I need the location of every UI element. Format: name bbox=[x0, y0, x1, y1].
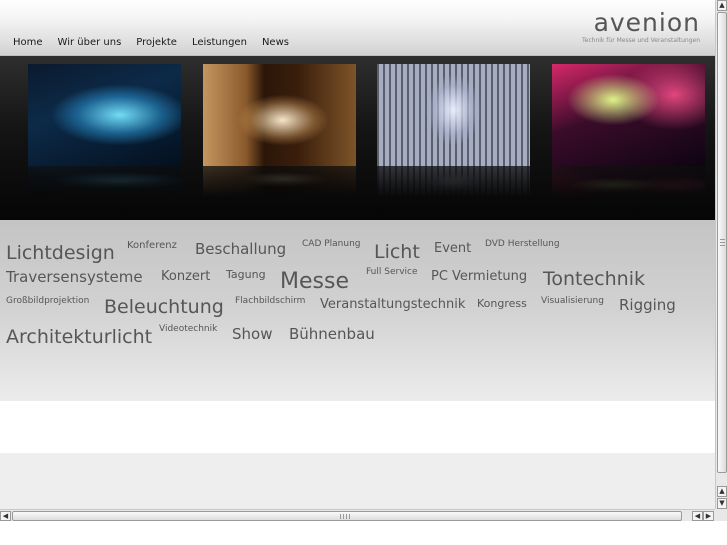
nav-projects[interactable]: Projekte bbox=[136, 37, 177, 48]
tag-link[interactable]: Architekturlicht bbox=[6, 328, 152, 347]
brand-logo[interactable]: avenion Technik für Messe und Veranstalt… bbox=[582, 8, 700, 45]
chevron-up-icon: ▲ bbox=[719, 1, 725, 9]
concert-stage-photo[interactable] bbox=[552, 64, 705, 196]
scroll-right-button[interactable]: ▶ bbox=[703, 511, 714, 521]
nav-news[interactable]: News bbox=[262, 37, 289, 48]
tag-link[interactable]: Tagung bbox=[226, 269, 266, 280]
photo-image bbox=[203, 64, 356, 166]
horizontal-scrollbar[interactable]: ◀ ◀ ▶ bbox=[0, 509, 715, 521]
tag-link[interactable]: Beleuchtung bbox=[104, 298, 224, 317]
tag-link[interactable]: Full Service bbox=[366, 268, 418, 277]
main-nav: Home Wir über uns Projekte Leistungen Ne… bbox=[13, 37, 304, 48]
vertical-scroll-thumb[interactable] bbox=[717, 12, 727, 473]
nav-home[interactable]: Home bbox=[13, 37, 43, 48]
grip-icon bbox=[720, 239, 725, 247]
footer-area bbox=[0, 453, 715, 509]
tag-link[interactable]: CAD Planung bbox=[302, 240, 361, 249]
nav-about-us[interactable]: Wir über uns bbox=[58, 37, 122, 48]
content-spacer bbox=[0, 401, 715, 453]
tag-link[interactable]: Konzert bbox=[161, 270, 210, 283]
tag-link[interactable]: PC Vermietung bbox=[431, 270, 527, 283]
photo-image bbox=[552, 64, 705, 166]
scroll-left-button[interactable]: ◀ bbox=[0, 511, 11, 521]
glass-building-photo[interactable] bbox=[28, 64, 181, 196]
tag-link[interactable]: Tontechnik bbox=[543, 270, 645, 289]
tag-link[interactable]: Großbildprojektion bbox=[6, 297, 89, 306]
tag-link[interactable]: Visualisierung bbox=[541, 297, 604, 306]
reflection-fade bbox=[203, 166, 356, 196]
atrium-hall-photo[interactable] bbox=[377, 64, 530, 196]
logo-tagline: Technik für Messe und Veranstaltungen bbox=[582, 37, 700, 44]
tag-link[interactable]: Veranstaltungstechnik bbox=[320, 298, 465, 311]
reflection-fade bbox=[28, 166, 181, 196]
chevron-down-icon: ▼ bbox=[719, 499, 725, 507]
tag-link[interactable]: Flachbildschirm bbox=[235, 297, 305, 306]
chevron-left-icon: ◀ bbox=[694, 512, 701, 520]
tag-link[interactable]: Show bbox=[232, 327, 272, 342]
tag-link[interactable]: Licht bbox=[374, 243, 420, 262]
scroll-up-button-lower[interactable]: ▲ bbox=[717, 486, 727, 497]
tag-link[interactable]: Bühnenbau bbox=[289, 327, 375, 342]
chevron-up-icon: ▲ bbox=[719, 487, 725, 495]
horizontal-scroll-thumb[interactable] bbox=[12, 511, 682, 521]
scroll-down-button[interactable]: ▼ bbox=[717, 498, 727, 509]
scroll-left-button-right[interactable]: ◀ bbox=[692, 511, 703, 521]
scrollbar-corner bbox=[715, 509, 727, 521]
tag-link[interactable]: Lichtdesign bbox=[6, 244, 115, 263]
chevron-left-icon: ◀ bbox=[2, 512, 9, 520]
photo-image bbox=[377, 64, 530, 166]
reflection-fade bbox=[552, 166, 705, 196]
nav-services[interactable]: Leistungen bbox=[192, 37, 247, 48]
logo-wordmark: avenion bbox=[593, 8, 700, 37]
tag-link[interactable]: Kongress bbox=[477, 298, 527, 309]
scroll-up-button[interactable]: ▲ bbox=[717, 0, 727, 11]
exhibition-room-photo[interactable] bbox=[203, 64, 356, 196]
tag-link[interactable]: Rigging bbox=[619, 298, 676, 313]
site-header: Home Wir über uns Projekte Leistungen Ne… bbox=[0, 0, 715, 56]
tag-link[interactable]: Beschallung bbox=[195, 242, 286, 257]
page-viewport: Home Wir über uns Projekte Leistungen Ne… bbox=[0, 0, 715, 509]
vertical-scrollbar[interactable]: ▲ ▲ ▼ bbox=[715, 0, 727, 509]
tag-link[interactable]: Konferenz bbox=[127, 241, 177, 251]
photo-banner bbox=[0, 56, 715, 220]
tag-link[interactable]: Traversensysteme bbox=[6, 270, 143, 285]
tag-link[interactable]: Videotechnik bbox=[159, 325, 217, 334]
chevron-right-icon: ▶ bbox=[705, 512, 712, 520]
tag-link[interactable]: DVD Herstellung bbox=[485, 240, 560, 249]
tag-link[interactable]: Event bbox=[434, 242, 471, 255]
photo-image bbox=[28, 64, 181, 166]
reflection-fade bbox=[377, 166, 530, 196]
grip-icon bbox=[340, 514, 352, 519]
tag-cloud: Lichtdesign Konferenz Beschallung CAD Pl… bbox=[0, 220, 715, 401]
tag-link[interactable]: Messe bbox=[280, 271, 349, 293]
